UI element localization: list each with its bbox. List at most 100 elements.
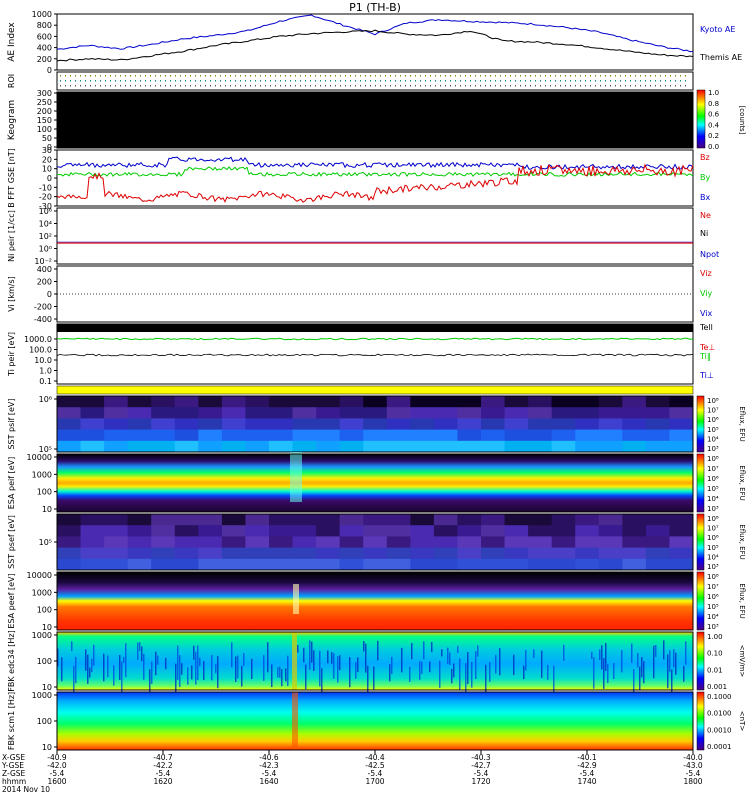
sst-electron-cell bbox=[57, 514, 82, 526]
sst-ion-cell bbox=[269, 440, 294, 453]
sst-ion-cell bbox=[598, 407, 623, 419]
fbk-scm-tick-label: 10 bbox=[42, 743, 52, 752]
esa-electron-panel: 10000100010010 ESA peef [eV] bbox=[7, 571, 694, 632]
sst-ion-cell bbox=[645, 429, 670, 442]
roi-dot bbox=[665, 75, 666, 77]
roi-dot bbox=[535, 75, 536, 77]
colorbar-tick-label: 10⁷ bbox=[707, 465, 719, 473]
sst-electron-cell bbox=[575, 525, 600, 537]
roi-dot bbox=[385, 80, 386, 82]
roi-dot bbox=[145, 85, 146, 87]
roi-dot bbox=[415, 80, 416, 82]
esa-ion-tick-label: 1000 bbox=[32, 470, 52, 479]
roi-dot bbox=[505, 75, 506, 77]
roi-dot bbox=[315, 75, 316, 77]
roi-dot bbox=[505, 85, 506, 87]
sst-ion-cell bbox=[269, 396, 294, 408]
fbk-edc-stripe bbox=[563, 644, 565, 661]
roi-dot bbox=[435, 80, 436, 82]
roi-dot bbox=[130, 75, 131, 77]
colorbar-tick-label: 10³ bbox=[707, 563, 719, 571]
sst-electron-cell bbox=[104, 525, 129, 537]
fbk-edc-stripe bbox=[87, 654, 89, 684]
roi-dot bbox=[110, 80, 111, 82]
roi-dot bbox=[310, 75, 311, 77]
roi-dot bbox=[420, 75, 421, 77]
roi-dot bbox=[610, 80, 611, 82]
roi-dot bbox=[180, 80, 181, 82]
fbk-edc-stripe bbox=[453, 663, 455, 678]
fbk-edc-stripe bbox=[363, 640, 365, 652]
roi-dot bbox=[265, 80, 266, 82]
fbk-edc-stripe bbox=[603, 658, 605, 689]
x-axis: X-GSEY-GSEZ-GSEhhmm2014 Nov 10-40.9-42.0… bbox=[1, 750, 703, 794]
fbk-edc-stripe bbox=[61, 657, 63, 682]
fbk-edc-stripe bbox=[85, 649, 87, 671]
roi-dot bbox=[665, 85, 666, 87]
colorbar-tick-label: 10⁷ bbox=[707, 407, 719, 415]
sst-ion-cell bbox=[669, 429, 694, 442]
sst-electron-cell bbox=[645, 536, 670, 549]
sst-electron-cell bbox=[481, 536, 506, 549]
fbk-edc-stripe bbox=[103, 653, 105, 682]
roi-dot bbox=[460, 80, 461, 82]
roi-dot bbox=[150, 75, 151, 77]
sst-electron-cell bbox=[151, 547, 176, 560]
roi-dot bbox=[275, 80, 276, 82]
roi-dot bbox=[675, 80, 676, 82]
fbk-edc-stripe bbox=[541, 650, 543, 678]
fbk-edc-stripe bbox=[331, 652, 333, 664]
sst-ion-tick-label: 10⁶ bbox=[39, 395, 52, 404]
sst-ion-cell bbox=[457, 418, 482, 431]
roi-dot bbox=[475, 75, 476, 77]
roi-dot bbox=[210, 75, 211, 77]
sst-electron-cell bbox=[551, 514, 576, 526]
ni-ylabel: Ni peir [1/cc] bbox=[7, 210, 16, 262]
x-tick-label: 1600 bbox=[47, 777, 66, 786]
roi-dot bbox=[665, 80, 666, 82]
sst-electron-cell bbox=[221, 558, 246, 571]
sst-ion-cell bbox=[151, 418, 176, 431]
sst-ion-cell bbox=[410, 396, 435, 408]
sst-electron-cell bbox=[598, 536, 623, 549]
fbk-edc-stripe bbox=[241, 665, 243, 687]
roi-dot bbox=[225, 80, 226, 82]
colorbar-tick-label: 10⁷ bbox=[707, 525, 719, 533]
roi-dot bbox=[160, 75, 161, 77]
roi-dot bbox=[170, 85, 171, 87]
roi-dot bbox=[175, 75, 176, 77]
x-tick-label: 1700 bbox=[365, 777, 384, 786]
sst-electron-cell bbox=[433, 514, 458, 526]
sst-ion-cell bbox=[457, 396, 482, 408]
roi-dot bbox=[555, 75, 556, 77]
fbk-edc-stripe bbox=[391, 656, 393, 675]
roi-dot bbox=[370, 75, 371, 77]
roi-dot bbox=[120, 75, 121, 77]
roi-dot bbox=[285, 80, 286, 82]
roi-dot bbox=[390, 75, 391, 77]
roi-dot bbox=[285, 85, 286, 87]
sst-ion-cell bbox=[245, 407, 270, 419]
fbk-edc-stripe bbox=[423, 641, 425, 660]
roi-dot bbox=[615, 85, 616, 87]
sst-electron-cell bbox=[410, 558, 435, 571]
roi-dot bbox=[380, 80, 381, 82]
fbk-edc-stripe bbox=[215, 664, 217, 674]
legend-npot: Npot bbox=[700, 250, 719, 259]
roi-dot bbox=[215, 85, 216, 87]
sst-ion-cell bbox=[339, 440, 364, 453]
colorbar bbox=[696, 571, 705, 631]
roi-dot bbox=[150, 85, 151, 87]
sst-electron-cell bbox=[316, 547, 341, 560]
fbk-edc-stripe bbox=[349, 657, 351, 688]
roi-dot bbox=[650, 80, 651, 82]
roi-dot bbox=[670, 85, 671, 87]
roi-dot bbox=[155, 80, 156, 82]
sst-electron-cell bbox=[316, 558, 341, 571]
sst-ion-cell bbox=[104, 407, 129, 419]
colorbar-tick-label: 10⁸ bbox=[707, 397, 719, 405]
roi-dot bbox=[330, 75, 331, 77]
fbk-edc-stripe bbox=[607, 664, 609, 684]
roi-dot bbox=[335, 80, 336, 82]
roi-dot bbox=[180, 85, 181, 87]
